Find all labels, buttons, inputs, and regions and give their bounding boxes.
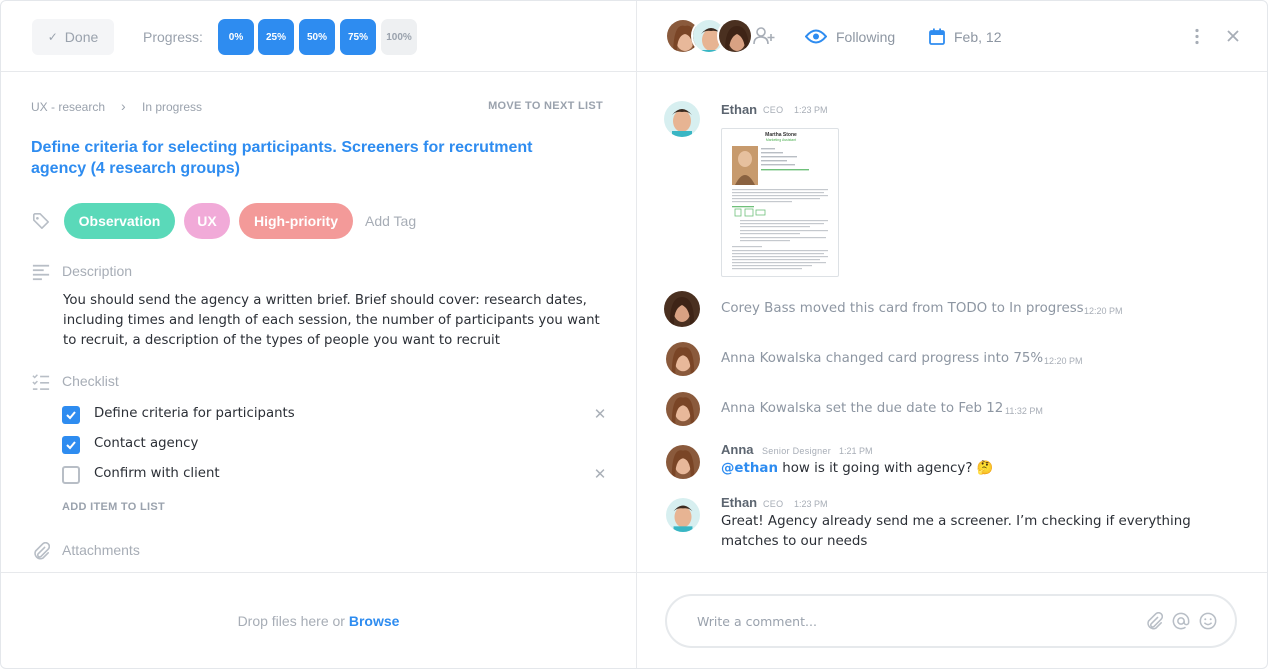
activity-text: Anna Kowalska set the due date to Feb 12 (721, 401, 1004, 416)
author-role: Senior Designer (762, 446, 832, 456)
header-divider (1, 71, 1267, 72)
panel-divider (636, 1, 637, 668)
calendar-icon (929, 28, 945, 45)
author-role: CEO (763, 499, 784, 509)
activity-text: Anna Kowalska changed card progress into… (721, 351, 1044, 366)
anna-avatar[interactable] (666, 445, 700, 479)
attachment-thumbnail[interactable]: Martha Stone Marketing Assistant (721, 128, 839, 277)
attachments-label: Attachments (62, 542, 140, 558)
progress-option-100[interactable]: 100% (381, 19, 417, 55)
breadcrumb-status[interactable]: In progress (142, 100, 202, 114)
checklist-label: Checklist (62, 373, 119, 389)
mention-icon[interactable] (1172, 612, 1190, 630)
comment-input[interactable] (697, 610, 1117, 632)
task-title[interactable]: Define criteria for selecting participan… (31, 137, 591, 179)
checklist-checkbox-1[interactable] (62, 406, 80, 424)
comment-box[interactable] (665, 594, 1237, 648)
check-icon: ✓ (47, 30, 58, 44)
checklist-checkbox-2[interactable] (62, 436, 80, 454)
eye-icon (805, 29, 827, 44)
activity-time: 12:20 PM (1084, 306, 1123, 316)
close-icon[interactable] (1227, 30, 1239, 42)
comment-time: 1:21 PM (839, 446, 873, 456)
checklist-item-label[interactable]: Confirm with client (94, 466, 220, 481)
checklist-icon (32, 374, 50, 390)
add-member-icon[interactable] (753, 27, 775, 45)
tag-observation[interactable]: Observation (64, 203, 175, 239)
ethan-avatar[interactable] (666, 498, 700, 532)
activity-time: 12:20 PM (1044, 356, 1083, 366)
attach-icon[interactable] (1145, 612, 1163, 630)
checklist-checkbox-3[interactable] (62, 466, 80, 484)
browse-link[interactable]: Browse (349, 613, 400, 629)
progress-option-0[interactable]: 0% (218, 19, 254, 55)
mention-link[interactable]: @ethan (721, 461, 778, 476)
comment-text: how is it going with agency? 🤔 (777, 461, 994, 476)
paperclip-icon (34, 542, 50, 560)
description-icon (32, 264, 50, 281)
document-preview (732, 146, 828, 270)
following-toggle[interactable]: Following (836, 29, 895, 45)
chevron-right-icon: › (121, 98, 126, 114)
more-options-icon[interactable] (1194, 28, 1200, 45)
checkmark-icon (66, 441, 76, 450)
comment-time: 1:23 PM (794, 105, 828, 115)
description-text[interactable]: You should send the agency a written bri… (63, 291, 613, 351)
checkmark-icon (66, 411, 76, 420)
remove-item-icon[interactable]: ✕ (593, 467, 607, 482)
comment-time: 1:23 PM (794, 499, 828, 509)
description-label: Description (62, 263, 133, 279)
file-dropzone[interactable]: Drop files here or Browse (1, 613, 636, 629)
done-button[interactable]: ✓ Done (32, 19, 114, 55)
activity-text: Corey Bass moved this card from TODO to … (721, 301, 1084, 316)
ethan-avatar[interactable] (664, 101, 700, 137)
add-tag-button[interactable]: Add Tag (365, 213, 416, 229)
anna-avatar[interactable] (666, 342, 700, 376)
progress-option-25[interactable]: 25% (258, 19, 294, 55)
comment-author: Ethan (721, 102, 758, 117)
comment-author: Ethan (721, 495, 758, 510)
footer-divider (1, 572, 1267, 573)
tag-high-priority[interactable]: High-priority (239, 203, 353, 239)
move-to-next-list-button[interactable]: MOVE TO NEXT LIST (488, 100, 603, 112)
progress-option-50[interactable]: 50% (299, 19, 335, 55)
breadcrumb-list[interactable]: UX - research (31, 100, 105, 114)
emoji-icon[interactable] (1199, 612, 1217, 630)
progress-label: Progress: (143, 29, 203, 45)
anna-avatar[interactable] (666, 392, 700, 426)
drop-text: Drop files here or (237, 613, 349, 629)
checklist-item-label[interactable]: Contact agency (94, 436, 198, 451)
comment-text: Great! Agency already send me a screener… (721, 514, 1191, 549)
progress-option-75[interactable]: 75% (340, 19, 376, 55)
member-avatar[interactable] (717, 18, 753, 54)
comment-author: Anna (721, 442, 754, 457)
add-item-to-list-button[interactable]: ADD ITEM TO LIST (62, 501, 165, 513)
done-label: Done (64, 29, 99, 45)
author-role: CEO (763, 105, 784, 115)
comment-body: @ethan how is it going with agency? 🤔 (721, 459, 1241, 479)
remove-item-icon[interactable]: ✕ (593, 407, 607, 422)
tag-ux[interactable]: UX (184, 203, 230, 239)
activity-time: 11:32 PM (1005, 406, 1043, 416)
task-card: ✓ Done Progress: 0% 25% 50% 75% 100% UX … (0, 0, 1268, 669)
due-date[interactable]: Feb, 12 (954, 29, 1001, 45)
tag-icon (32, 212, 50, 230)
checklist-item-label[interactable]: Define criteria for participants (94, 406, 295, 421)
corey-avatar[interactable] (664, 291, 700, 327)
